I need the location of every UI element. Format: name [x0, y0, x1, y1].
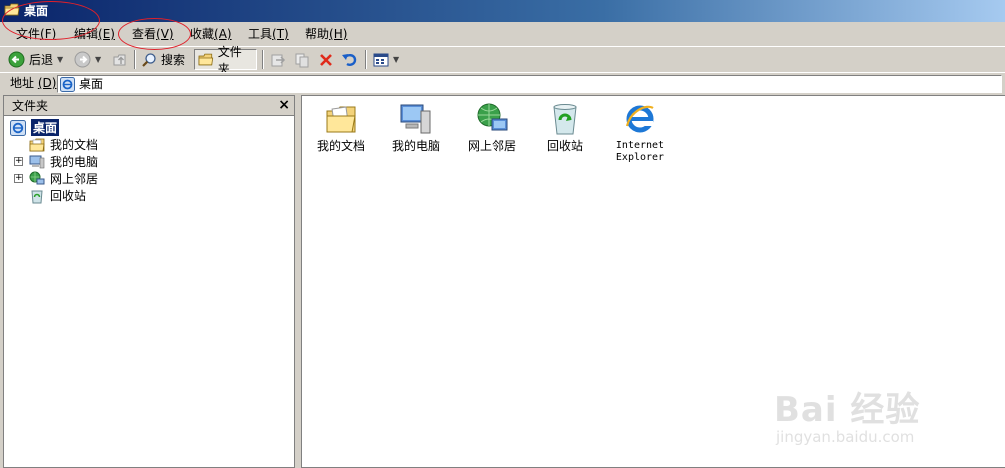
address-label-key: (D): [37, 76, 57, 90]
watermark-url: jingyan.baidu.com: [776, 428, 915, 446]
folder-icon: [4, 3, 20, 16]
menu-file[interactable]: 文件(F): [14, 25, 58, 43]
menu-tools-label: 工具: [248, 27, 273, 41]
up-button[interactable]: [112, 49, 128, 70]
folders-pane: 文件夹 × 桌面 我的文档 + 我的电脑 + 网上邻居 回收站: [3, 95, 295, 468]
address-field[interactable]: 桌面: [57, 75, 1002, 93]
menu-bar: 文件(F) 编辑(E) 查看(V) 收藏(A) 工具(T) 帮助(H): [0, 22, 1005, 46]
desktop-item-label-line1: Internet: [615, 140, 665, 151]
desktop-item-internet-explorer[interactable]: Internet Explorer: [602, 102, 678, 164]
menu-file-key: (F): [40, 27, 57, 41]
network-places-icon: [29, 171, 45, 184]
folders-button[interactable]: 文件夹: [194, 45, 257, 76]
address-label: 地址 (D): [10, 76, 56, 91]
desktop-item-my-documents[interactable]: 我的文档: [303, 102, 379, 153]
address-value: 桌面: [79, 77, 104, 91]
tree-item-desktop[interactable]: 桌面: [10, 119, 60, 136]
my-computer-icon: [29, 155, 45, 168]
move-to-button[interactable]: [270, 49, 286, 70]
expand-icon[interactable]: +: [14, 157, 23, 166]
tree-item-label: 我的电脑: [50, 155, 99, 169]
recycle-bin-icon: [31, 190, 43, 203]
search-icon: [142, 52, 156, 67]
search-label: 搜索: [161, 53, 186, 67]
copy-to-icon: [295, 53, 309, 67]
address-bar: 地址 (D) 桌面: [0, 72, 1005, 94]
folders-pane-title: 文件夹: [12, 99, 49, 113]
tree-item-label: 回收站: [50, 189, 87, 203]
views-dropdown-icon[interactable]: ▼: [393, 55, 399, 64]
menu-edit[interactable]: 编辑(E): [72, 25, 117, 43]
back-arrow-icon: [8, 51, 25, 68]
recycle-bin-icon: [553, 104, 577, 135]
menu-help-key: (H): [329, 27, 348, 41]
menu-view-key: (V): [156, 27, 174, 41]
baidu-watermark: Bai 经验 jingyan.baidu.com: [770, 362, 990, 450]
tree-item-my-documents[interactable]: 我的文档: [29, 136, 98, 153]
move-to-icon: [271, 54, 286, 66]
desktop-icon: [10, 119, 26, 136]
desktop-icon: [60, 77, 75, 92]
views-grid-icon: [373, 53, 389, 66]
address-label-text: 地址: [10, 76, 35, 90]
undo-button[interactable]: [341, 49, 358, 70]
menu-favorites-label: 收藏: [190, 27, 215, 41]
menu-favorites-key: (A): [214, 27, 232, 41]
expand-icon[interactable]: +: [14, 174, 23, 183]
forward-dropdown-icon[interactable]: ▼: [95, 55, 101, 64]
folders-pane-header: 文件夹 ×: [4, 96, 294, 116]
menu-view[interactable]: 查看(V): [130, 25, 176, 43]
toolbar-separator: [365, 50, 367, 69]
desktop-item-recycle-bin[interactable]: 回收站: [527, 102, 603, 153]
desktop-item-label: 网上邻居: [467, 139, 516, 153]
desktop-item-my-computer[interactable]: 我的电脑: [378, 102, 454, 153]
menu-favorites[interactable]: 收藏(A): [188, 25, 234, 43]
tree-item-network-places[interactable]: 网上邻居: [29, 170, 98, 187]
copy-to-button[interactable]: [294, 49, 310, 70]
back-label: 后退: [29, 53, 54, 67]
menu-view-label: 查看: [132, 27, 157, 41]
folder-icon: [198, 53, 214, 65]
menu-edit-label: 编辑: [74, 27, 99, 41]
forward-button[interactable]: ▼: [74, 49, 101, 70]
toolbar-separator: [134, 50, 136, 69]
tree-item-recycle-bin[interactable]: 回收站: [29, 187, 86, 204]
desktop-item-label: 我的电脑: [391, 139, 440, 153]
toolbar-separator: [262, 50, 264, 69]
desktop-item-network-places[interactable]: 网上邻居: [454, 102, 530, 153]
back-button[interactable]: 后退 ▼: [8, 49, 63, 70]
window-title: 桌面: [24, 4, 49, 18]
delete-x-icon: [320, 53, 332, 66]
close-icon[interactable]: ×: [278, 97, 290, 113]
tree-item-my-computer[interactable]: 我的电脑: [29, 153, 98, 170]
watermark-text: Bai 经验: [774, 390, 921, 430]
menu-help-label: 帮助: [305, 27, 330, 41]
menu-tools-key: (T): [272, 27, 289, 41]
desktop-item-label: 回收站: [546, 139, 583, 153]
menu-file-label: 文件: [16, 27, 41, 41]
tree-item-label: 我的文档: [50, 138, 99, 152]
search-button[interactable]: 搜索: [141, 49, 185, 70]
menu-tools[interactable]: 工具(T): [246, 25, 291, 43]
menu-help[interactable]: 帮助(H): [303, 25, 349, 43]
network-places-icon: [477, 103, 508, 131]
my-computer-icon: [400, 104, 431, 134]
back-dropdown-icon[interactable]: ▼: [57, 55, 63, 64]
desktop-item-label-line2: Explorer: [615, 152, 665, 163]
delete-button[interactable]: [318, 49, 334, 70]
folder-up-icon: [113, 54, 126, 65]
my-documents-icon: [326, 106, 356, 133]
title-bar[interactable]: 桌面: [0, 0, 1005, 22]
internet-explorer-icon: [625, 105, 654, 133]
toolbar: 后退 ▼ ▼ 搜索 文件夹 ▼: [0, 45, 1005, 76]
my-documents-icon: [29, 138, 45, 151]
undo-icon: [342, 53, 357, 66]
views-button[interactable]: ▼: [373, 49, 399, 70]
desktop-item-label: 我的文档: [316, 139, 365, 153]
tree-item-label: 桌面: [31, 119, 60, 136]
forward-arrow-icon: [74, 51, 91, 68]
menu-edit-key: (E): [98, 27, 115, 41]
tree-item-label: 网上邻居: [50, 172, 99, 186]
